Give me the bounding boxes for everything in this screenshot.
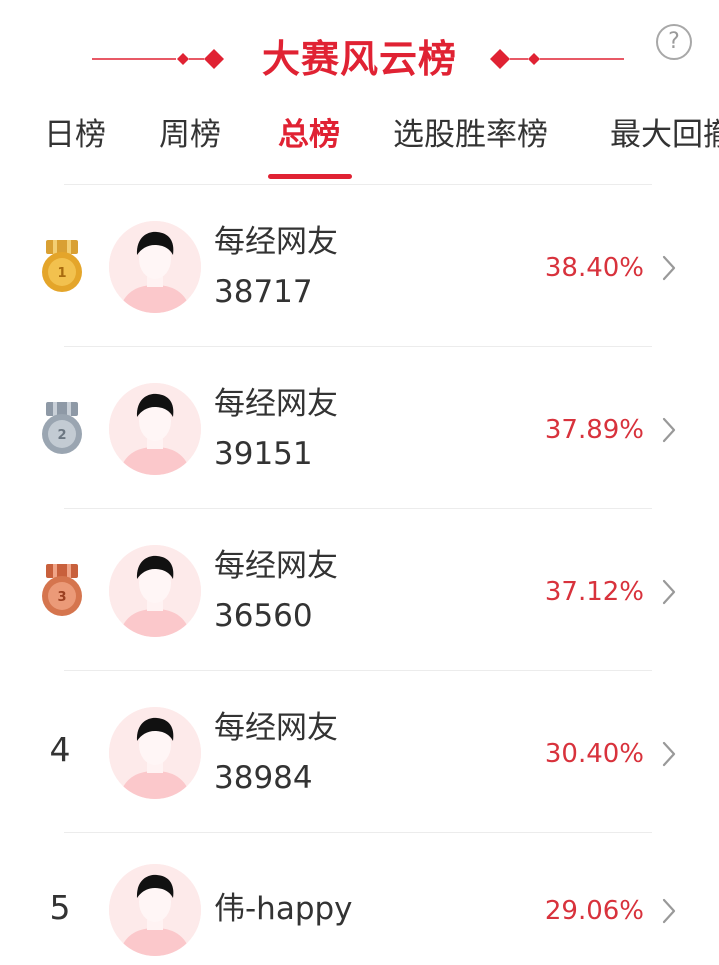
- user-score: 38984: [214, 760, 313, 796]
- return-rate: 37.12%: [544, 577, 644, 607]
- ranking-row-2[interactable]: 2 每经网友 39151 37.89%: [0, 346, 719, 508]
- svg-text:3: 3: [57, 590, 66, 605]
- avatar-icon: [109, 864, 201, 956]
- user-name: 每经网友: [214, 386, 338, 422]
- avatar-icon: [109, 707, 201, 799]
- return-rate: 30.40%: [544, 739, 644, 769]
- avatar: [109, 707, 201, 799]
- user-score: 36560: [214, 598, 313, 634]
- medal-silver-icon: 2: [42, 402, 82, 454]
- avatar: [109, 545, 201, 637]
- svg-text:2: 2: [57, 428, 66, 443]
- user-name: 伟-happy: [214, 891, 353, 927]
- avatar-icon: [109, 545, 201, 637]
- avatar: [109, 864, 201, 956]
- return-rate: 29.06%: [544, 896, 644, 926]
- user-name: 每经网友: [214, 224, 338, 260]
- tab-weekly[interactable]: 周榜: [159, 114, 221, 156]
- tab-win-rate[interactable]: 选股胜率榜: [393, 114, 548, 156]
- svg-text:1: 1: [57, 266, 66, 281]
- user-name: 每经网友: [214, 710, 338, 746]
- user-name: 每经网友: [214, 548, 338, 584]
- avatar-icon: [109, 383, 201, 475]
- medal-bronze-icon: 3: [42, 564, 82, 616]
- chevron-right-icon: [662, 741, 676, 767]
- ranking-row-3[interactable]: 3 每经网友 36560 37.12%: [0, 508, 719, 670]
- return-rate: 38.40%: [544, 253, 644, 283]
- rank-number: 5: [49, 888, 71, 927]
- user-score: 38717: [214, 274, 313, 310]
- medal-gold-icon: 1: [42, 240, 82, 292]
- ranking-row-1[interactable]: 1 每经网友 38717 38.40%: [0, 184, 719, 346]
- title-ornament-left-icon: [92, 49, 224, 69]
- avatar: [109, 383, 201, 475]
- title-area: 大赛风云榜: [0, 34, 719, 84]
- avatar-icon: [109, 221, 201, 313]
- ranking-tabs: 日榜 周榜 总榜 选股胜率榜 最大回撤: [0, 104, 719, 184]
- return-rate: 37.89%: [544, 415, 644, 445]
- ranking-row-4[interactable]: 4 每经网友 38984 30.40%: [0, 670, 719, 832]
- user-score: 39151: [214, 436, 313, 472]
- ranking-row-5[interactable]: 5 伟-happy 29.06%: [0, 832, 719, 965]
- help-icon[interactable]: ?: [656, 24, 692, 60]
- page-title: 大赛风云榜: [261, 37, 457, 81]
- header: 大赛风云榜 ?: [0, 0, 719, 104]
- tab-active-indicator: [268, 174, 352, 179]
- title-ornament-right-icon: [490, 49, 624, 69]
- tab-overall[interactable]: 总榜: [278, 114, 340, 156]
- tab-max-drawdown[interactable]: 最大回撤: [610, 114, 719, 156]
- chevron-right-icon: [662, 255, 676, 281]
- tab-daily[interactable]: 日榜: [44, 114, 106, 156]
- chevron-right-icon: [662, 417, 676, 443]
- avatar: [109, 221, 201, 313]
- rank-number: 4: [49, 730, 71, 769]
- chevron-right-icon: [662, 579, 676, 605]
- chevron-right-icon: [662, 898, 676, 924]
